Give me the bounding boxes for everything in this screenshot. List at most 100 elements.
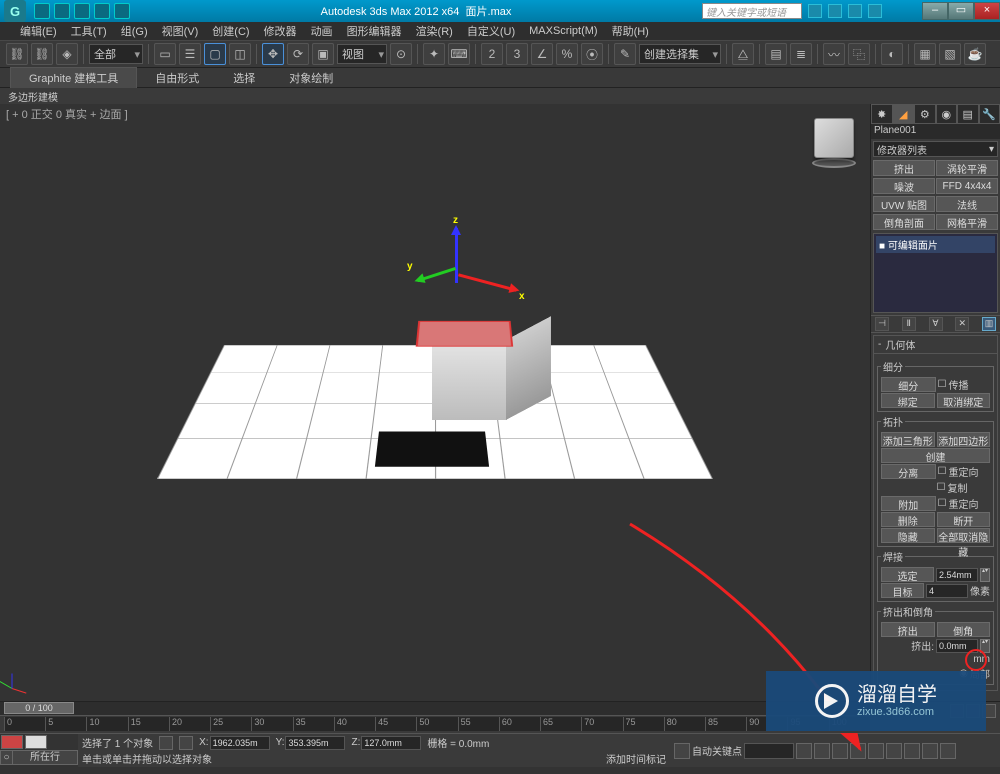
menu-item[interactable]: 组(G) bbox=[121, 23, 148, 39]
nav-pan-icon[interactable] bbox=[886, 743, 902, 759]
mod-normal[interactable]: 法线 bbox=[936, 196, 998, 212]
pivot-icon[interactable]: ⊙ bbox=[390, 43, 412, 65]
mod-turbosmooth[interactable]: 涡轮平滑 bbox=[936, 160, 998, 176]
show-end-icon[interactable]: Ⅱ bbox=[902, 317, 916, 331]
mod-noise[interactable]: 噪波 bbox=[873, 178, 935, 194]
play-icon[interactable] bbox=[832, 743, 848, 759]
unbind-button[interactable]: 取消绑定 bbox=[937, 393, 991, 408]
select-icon[interactable]: ▭ bbox=[154, 43, 176, 65]
menu-item[interactable]: 工具(T) bbox=[71, 23, 107, 39]
scene-box[interactable] bbox=[432, 336, 527, 431]
edit-sel-icon[interactable]: ✎ bbox=[614, 43, 636, 65]
addtri-button[interactable]: 添加三角形 bbox=[881, 432, 935, 447]
keyboard-icon[interactable]: ⌨ bbox=[448, 43, 470, 65]
menu-item[interactable]: 渲染(R) bbox=[416, 23, 453, 39]
modifier-stack[interactable]: ■ 可编辑面片 bbox=[873, 233, 998, 313]
tab-display-icon[interactable]: ▤ bbox=[957, 104, 979, 124]
weld-thresh-field[interactable] bbox=[936, 568, 978, 582]
time-tag-add[interactable]: 添加时间标记 bbox=[606, 751, 666, 766]
snap-angle-icon[interactable]: ∠ bbox=[531, 43, 553, 65]
time-key[interactable]: 0 / 100 bbox=[4, 702, 74, 714]
break-button[interactable]: 断开 bbox=[937, 512, 991, 527]
snap3d-icon[interactable]: 3 bbox=[506, 43, 528, 65]
modifier-list[interactable]: 修改器列表▾ bbox=[873, 141, 998, 157]
object-name-field[interactable]: Plane001 bbox=[871, 124, 1000, 139]
hide-button[interactable]: 隐藏 bbox=[881, 528, 935, 543]
abs-rel-icon[interactable] bbox=[179, 736, 193, 750]
minimize-button[interactable]: – bbox=[922, 2, 948, 20]
material-icon[interactable]: ◐ bbox=[881, 43, 903, 65]
tab-modify-icon[interactable]: ◢ bbox=[893, 104, 915, 124]
maximize-button[interactable]: ▭ bbox=[948, 2, 974, 20]
ribbon-sub[interactable]: 多边形建模 bbox=[0, 88, 1000, 104]
nav-orbit-icon[interactable] bbox=[922, 743, 938, 759]
menu-item[interactable]: 视图(V) bbox=[162, 23, 199, 39]
row-label[interactable]: ○所在行 bbox=[0, 750, 78, 765]
move-icon[interactable]: ✥ bbox=[262, 43, 284, 65]
spinner-snap-icon[interactable]: ⦿ bbox=[581, 43, 603, 65]
render-icon[interactable]: ☕ bbox=[964, 43, 986, 65]
nav-max-icon[interactable] bbox=[940, 743, 956, 759]
star-icon[interactable] bbox=[848, 4, 862, 18]
named-sel-set[interactable]: 创建选择集 bbox=[639, 44, 721, 64]
viewport-label[interactable]: [ + 0 正交 0 真实 + 边面 ] bbox=[6, 106, 128, 122]
play-prev-icon[interactable] bbox=[814, 743, 830, 759]
addquad-button[interactable]: 添加四边形 bbox=[937, 432, 991, 447]
weld-px-field[interactable] bbox=[926, 584, 968, 598]
isolate-icon[interactable] bbox=[674, 743, 690, 759]
bind-icon[interactable]: ◈ bbox=[56, 43, 78, 65]
rotate-icon[interactable]: ⟳ bbox=[287, 43, 309, 65]
qat-btn[interactable] bbox=[74, 3, 90, 19]
lock-icon[interactable] bbox=[159, 736, 173, 750]
tab-hierarchy-icon[interactable]: ⚙ bbox=[914, 104, 936, 124]
manip-icon[interactable]: ✦ bbox=[423, 43, 445, 65]
mod-ffd[interactable]: FFD 4x4x4 bbox=[936, 178, 998, 194]
qat-btn[interactable] bbox=[94, 3, 110, 19]
mod-extrude[interactable]: 挤出 bbox=[873, 160, 935, 176]
remove-icon[interactable]: ✕ bbox=[955, 317, 969, 331]
configure-icon[interactable]: ▥ bbox=[982, 317, 996, 331]
ribbon-tab-graphite[interactable]: Graphite 建模工具 bbox=[10, 67, 137, 88]
viewport[interactable]: [ + 0 正交 0 真实 + 边面 ] z x y bbox=[0, 104, 870, 701]
rect-select-icon[interactable]: ▢ bbox=[204, 43, 226, 65]
menu-item[interactable]: 修改器 bbox=[264, 23, 297, 39]
qat-btn[interactable] bbox=[34, 3, 50, 19]
keymode-drop[interactable] bbox=[744, 743, 794, 759]
extrude-button[interactable]: 挤出 bbox=[881, 622, 935, 637]
coord-x-field[interactable] bbox=[210, 736, 270, 750]
time-ruler[interactable]: 0510152025303540455055606570758085909510… bbox=[4, 717, 870, 731]
window-crossing-icon[interactable]: ◫ bbox=[229, 43, 251, 65]
info-icon[interactable] bbox=[868, 4, 882, 18]
mod-meshsmooth[interactable]: 网格平滑 bbox=[936, 214, 998, 230]
help-icon[interactable] bbox=[808, 4, 822, 18]
stack-item[interactable]: ■ 可编辑面片 bbox=[876, 236, 995, 253]
ribbon-tab-select[interactable]: 选择 bbox=[217, 68, 271, 88]
rollout-header[interactable]: 几何体 bbox=[874, 336, 997, 354]
play-next-icon[interactable] bbox=[850, 743, 866, 759]
attach-button[interactable]: 附加 bbox=[881, 496, 936, 511]
unique-icon[interactable]: ∀ bbox=[929, 317, 943, 331]
ref-coord[interactable]: 视图 bbox=[337, 44, 387, 64]
help-search[interactable]: 键入关键字或短语 bbox=[702, 3, 802, 19]
coord-z-field[interactable] bbox=[361, 736, 421, 750]
coord-y-field[interactable] bbox=[285, 736, 345, 750]
script-run-icon[interactable] bbox=[25, 735, 47, 749]
unhideall-button[interactable]: 全部取消隐藏 bbox=[937, 528, 991, 543]
bind-button[interactable]: 绑定 bbox=[881, 393, 935, 408]
menu-item[interactable]: 图形编辑器 bbox=[347, 23, 402, 39]
weldtgt-button[interactable]: 目标 bbox=[881, 583, 924, 598]
viewcube[interactable] bbox=[804, 114, 864, 170]
ribbon-tab-paint[interactable]: 对象绘制 bbox=[273, 68, 349, 88]
tab-create-icon[interactable]: ✸ bbox=[871, 104, 893, 124]
propagate-check[interactable]: ☐传播 bbox=[938, 377, 991, 392]
autokey-button[interactable]: 自动关键点 bbox=[692, 743, 742, 758]
pin-stack-icon[interactable]: ⊣ bbox=[875, 317, 889, 331]
detach-button[interactable]: 分离 bbox=[881, 464, 936, 479]
play-start-icon[interactable] bbox=[796, 743, 812, 759]
selection-filter[interactable]: 全部 bbox=[89, 44, 143, 64]
play-end-icon[interactable] bbox=[868, 743, 884, 759]
scale-icon[interactable]: ▣ bbox=[312, 43, 334, 65]
tab-util-icon[interactable]: 🔧 bbox=[979, 104, 1000, 124]
snap2d-icon[interactable]: 2 bbox=[481, 43, 503, 65]
menu-item[interactable]: 自定义(U) bbox=[467, 23, 515, 39]
